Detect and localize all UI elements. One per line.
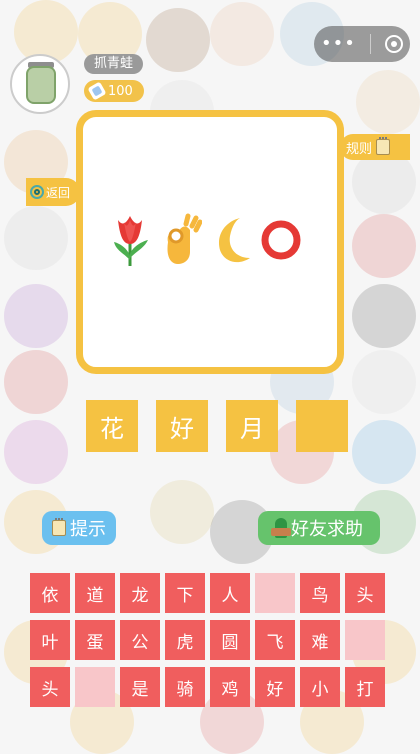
notebook-icon bbox=[52, 518, 66, 536]
rules-label: 规则 bbox=[346, 141, 373, 157]
candidate-chip[interactable]: 虎 bbox=[165, 620, 205, 660]
capsule-divider bbox=[369, 34, 371, 54]
player-name: 抓青蛙 bbox=[84, 54, 144, 74]
back-tab[interactable]: 返回 bbox=[26, 178, 80, 206]
tulip-icon bbox=[110, 212, 152, 268]
candidate-chip[interactable]: 圆 bbox=[210, 620, 250, 660]
candidate-chip[interactable]: 龙 bbox=[120, 573, 160, 613]
candidate-chip[interactable]: 蛋 bbox=[75, 620, 115, 660]
red-circle-icon bbox=[260, 212, 302, 268]
candidate-chip[interactable]: 叶 bbox=[30, 620, 70, 660]
candidate-chip[interactable]: 难 bbox=[300, 620, 340, 660]
cactus-icon bbox=[271, 518, 291, 538]
candidate-chip[interactable]: 道 bbox=[75, 573, 115, 613]
frog-jar-icon bbox=[26, 66, 56, 104]
miniprogram-capsule: ••• bbox=[314, 26, 410, 62]
candidate-chip[interactable]: 骑 bbox=[165, 667, 205, 707]
answer-slot[interactable]: 好 bbox=[156, 400, 208, 452]
swirl-icon bbox=[30, 185, 44, 199]
friend-help-label: 好友求助 bbox=[291, 519, 363, 540]
candidate-chip[interactable]: 好 bbox=[255, 667, 295, 707]
answer-slots: 花 好 月 bbox=[86, 400, 348, 452]
candidate-chip[interactable]: 下 bbox=[165, 573, 205, 613]
coin-icon bbox=[87, 81, 107, 101]
candidate-chip[interactable]: 头 bbox=[345, 573, 385, 613]
hint-button[interactable]: 提示 bbox=[42, 511, 116, 545]
candidate-chip[interactable]: 打 bbox=[345, 667, 385, 707]
rules-tab[interactable]: 规则 bbox=[340, 134, 410, 160]
candidate-chip[interactable]: 鸡 bbox=[210, 667, 250, 707]
candidate-chip[interactable]: 公 bbox=[120, 620, 160, 660]
candidate-chip-empty bbox=[345, 620, 385, 660]
back-label: 返回 bbox=[46, 185, 71, 200]
notebook-icon bbox=[376, 137, 391, 155]
candidate-chip[interactable]: 头 bbox=[30, 667, 70, 707]
coin-amount: 100 bbox=[108, 83, 133, 99]
candidate-grid: 依 道 龙 下 人 鸟 头 叶 蛋 公 虎 圆 飞 难 头 是 骑 鸡 好 小 … bbox=[30, 573, 390, 707]
crescent-moon-icon bbox=[210, 212, 252, 268]
close-target-icon[interactable] bbox=[384, 35, 403, 53]
candidate-chip[interactable]: 依 bbox=[30, 573, 70, 613]
candidate-chip-empty bbox=[255, 573, 295, 613]
candidate-chip[interactable]: 飞 bbox=[255, 620, 295, 660]
avatar[interactable] bbox=[10, 54, 70, 114]
ok-hand-icon bbox=[160, 212, 203, 268]
more-icon[interactable]: ••• bbox=[321, 35, 356, 53]
candidate-chip[interactable]: 是 bbox=[120, 667, 160, 707]
answer-slot[interactable]: 月 bbox=[226, 400, 278, 452]
friend-help-button[interactable]: 好友求助 bbox=[258, 511, 380, 545]
candidate-chip[interactable]: 人 bbox=[210, 573, 250, 613]
emoji-clue-row bbox=[110, 210, 310, 270]
coin-counter: 100 bbox=[84, 80, 144, 102]
answer-slot[interactable] bbox=[296, 400, 348, 452]
candidate-chip-empty bbox=[75, 667, 115, 707]
answer-slot[interactable]: 花 bbox=[86, 400, 138, 452]
candidate-chip[interactable]: 鸟 bbox=[300, 573, 340, 613]
hint-label: 提示 bbox=[70, 519, 106, 540]
candidate-chip[interactable]: 小 bbox=[300, 667, 340, 707]
